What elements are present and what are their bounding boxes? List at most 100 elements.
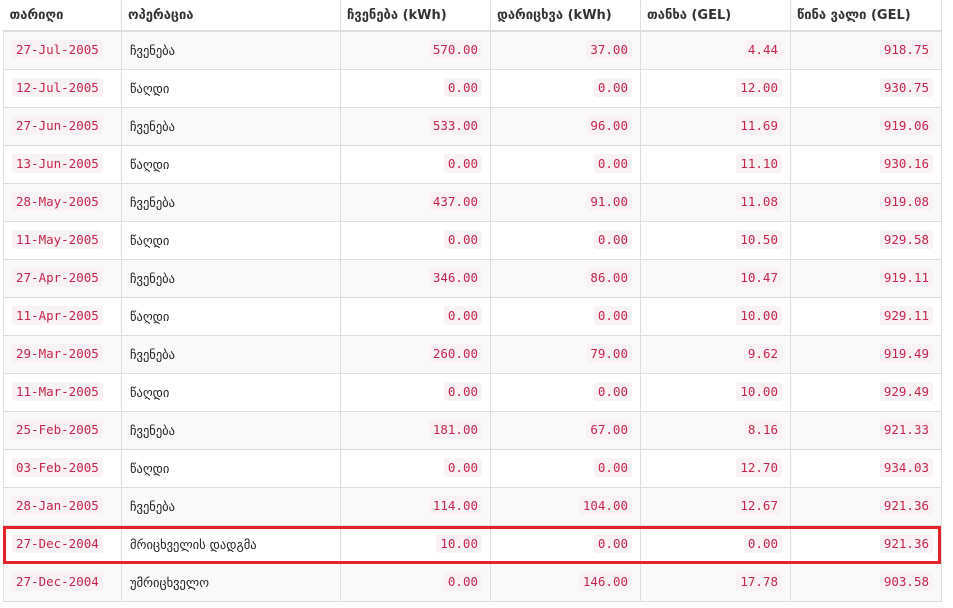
previous-debt-value: 934.03 [879, 458, 933, 477]
charge-value: 0.00 [593, 230, 632, 249]
operation-cell: მრიცხველის დადგმა [121, 524, 341, 564]
charge-cell: 67.00 [490, 410, 641, 450]
amount-value: 0.00 [743, 534, 782, 553]
previous-debt-value: 929.49 [879, 382, 933, 401]
amount-value: 17.78 [736, 572, 782, 591]
charge-value: 86.00 [586, 268, 632, 287]
previous-debt-cell: 921.33 [790, 410, 942, 450]
reading-value: 0.00 [443, 78, 482, 97]
date-cell: 27-Dec-2004 [3, 562, 122, 602]
charge-value: 67.00 [586, 420, 632, 439]
operation-cell: წაღდი [121, 220, 341, 260]
amount-value: 12.70 [736, 458, 782, 477]
reading-value: 437.00 [428, 192, 482, 211]
charge-cell: 104.00 [490, 486, 641, 526]
operation-cell: წაღდი [121, 296, 341, 336]
charge-value: 0.00 [593, 534, 632, 553]
operation-cell: წაღდი [121, 372, 341, 412]
charge-value: 0.00 [593, 154, 632, 173]
table-row: 27-Dec-2004 უმრიცხველო 0.00 146.00 17.78 903.… [3, 562, 942, 602]
payment-history-table-container: თარიღი ოპერაცია ჩვენება (kWh) დარიცხვა (… [3, 0, 942, 602]
date-cell: 27-Apr-2005 [3, 258, 122, 298]
table-body: 27-Jul-2005 ჩვენება 570.00 37.00 4.44 918.75 1… [3, 30, 942, 602]
reading-cell: 181.00 [340, 410, 491, 450]
reading-value: 114.00 [428, 496, 482, 515]
charge-value: 91.00 [586, 192, 632, 211]
column-header-date: თარიღი [3, 0, 122, 32]
amount-value: 11.69 [736, 116, 782, 135]
previous-debt-cell: 929.49 [790, 372, 942, 412]
charge-cell: 37.00 [490, 30, 641, 70]
table-row: 28-May-2005 ჩვენება 437.00 91.00 11.08 919.08 [3, 182, 942, 222]
reading-value: 533.00 [428, 116, 482, 135]
operation-cell: უმრიცხველო [121, 562, 341, 602]
table-row: 29-Mar-2005 ჩვენება 260.00 79.00 9.62 919.49 [3, 334, 942, 374]
reading-value: 181.00 [428, 420, 482, 439]
charge-value: 0.00 [593, 458, 632, 477]
table-row: 11-May-2005 წაღდი 0.00 0.00 10.50 929.58 [3, 220, 942, 260]
reading-value: 570.00 [428, 40, 482, 60]
table-row: 11-Mar-2005 წაღდი 0.00 0.00 10.00 929.49 [3, 372, 942, 412]
charge-value: 104.00 [578, 496, 632, 515]
date-value: 27-Jul-2005 [12, 40, 103, 60]
previous-debt-value: 921.33 [879, 420, 933, 439]
amount-value: 12.00 [736, 78, 782, 97]
date-value: 27-Jun-2005 [12, 116, 103, 135]
date-value: 03-Feb-2005 [12, 458, 103, 477]
amount-value: 12.67 [736, 496, 782, 515]
previous-debt-value: 919.11 [879, 268, 933, 287]
reading-value: 260.00 [428, 344, 482, 363]
table-row: 27-Jul-2005 ჩვენება 570.00 37.00 4.44 918.75 [3, 30, 942, 70]
reading-value: 0.00 [443, 382, 482, 401]
operation-cell: წაღდი [121, 448, 341, 488]
previous-debt-cell: 929.11 [790, 296, 942, 336]
reading-cell: 346.00 [340, 258, 491, 298]
charge-value: 146.00 [578, 572, 632, 591]
date-value: 11-May-2005 [12, 230, 103, 249]
reading-cell: 0.00 [340, 372, 491, 412]
previous-debt-value: 903.58 [879, 572, 933, 591]
charge-cell: 0.00 [490, 144, 641, 184]
date-value: 27-Dec-2004 [12, 572, 103, 591]
charge-value: 0.00 [593, 78, 632, 97]
previous-debt-cell: 930.75 [790, 68, 942, 108]
charge-cell: 91.00 [490, 182, 641, 222]
amount-cell: 11.08 [640, 182, 791, 222]
charge-value: 96.00 [586, 116, 632, 135]
charge-cell: 0.00 [490, 296, 641, 336]
previous-debt-cell: 921.36 [790, 524, 942, 564]
amount-cell: 9.62 [640, 334, 791, 374]
previous-debt-cell: 929.58 [790, 220, 942, 260]
previous-debt-cell: 919.11 [790, 258, 942, 298]
operation-cell: წაღდი [121, 144, 341, 184]
reading-cell: 0.00 [340, 144, 491, 184]
column-header-amount: თანხა (GEL) [640, 0, 791, 32]
amount-cell: 12.70 [640, 448, 791, 488]
table-row: 03-Feb-2005 წაღდი 0.00 0.00 12.70 934.03 [3, 448, 942, 488]
reading-cell: 0.00 [340, 296, 491, 336]
previous-debt-value: 929.11 [879, 306, 933, 325]
date-cell: 11-May-2005 [3, 220, 122, 260]
previous-debt-value: 919.49 [879, 344, 933, 363]
date-cell: 11-Apr-2005 [3, 296, 122, 336]
amount-cell: 0.00 [640, 524, 791, 564]
reading-cell: 260.00 [340, 334, 491, 374]
amount-value: 8.16 [743, 420, 782, 439]
column-header-operation: ოპერაცია [121, 0, 341, 32]
date-value: 28-May-2005 [12, 192, 103, 211]
table-header-row: თარიღი ოპერაცია ჩვენება (kWh) დარიცხვა (… [3, 0, 942, 32]
operation-cell: ჩვენება [121, 410, 341, 450]
date-cell: 28-May-2005 [3, 182, 122, 222]
reading-value: 0.00 [443, 458, 482, 477]
previous-debt-cell: 919.49 [790, 334, 942, 374]
reading-cell: 570.00 [340, 30, 491, 70]
date-value: 12-Jul-2005 [12, 78, 103, 97]
amount-value: 10.00 [736, 382, 782, 401]
reading-value: 10.00 [436, 534, 482, 553]
amount-value: 9.62 [743, 344, 782, 363]
table-row: 13-Jun-2005 წაღდი 0.00 0.00 11.10 930.16 [3, 144, 942, 184]
date-value: 25-Feb-2005 [12, 420, 103, 439]
amount-value: 11.10 [736, 154, 782, 173]
table-row: 11-Apr-2005 წაღდი 0.00 0.00 10.00 929.11 [3, 296, 942, 336]
amount-value: 4.44 [743, 40, 782, 60]
